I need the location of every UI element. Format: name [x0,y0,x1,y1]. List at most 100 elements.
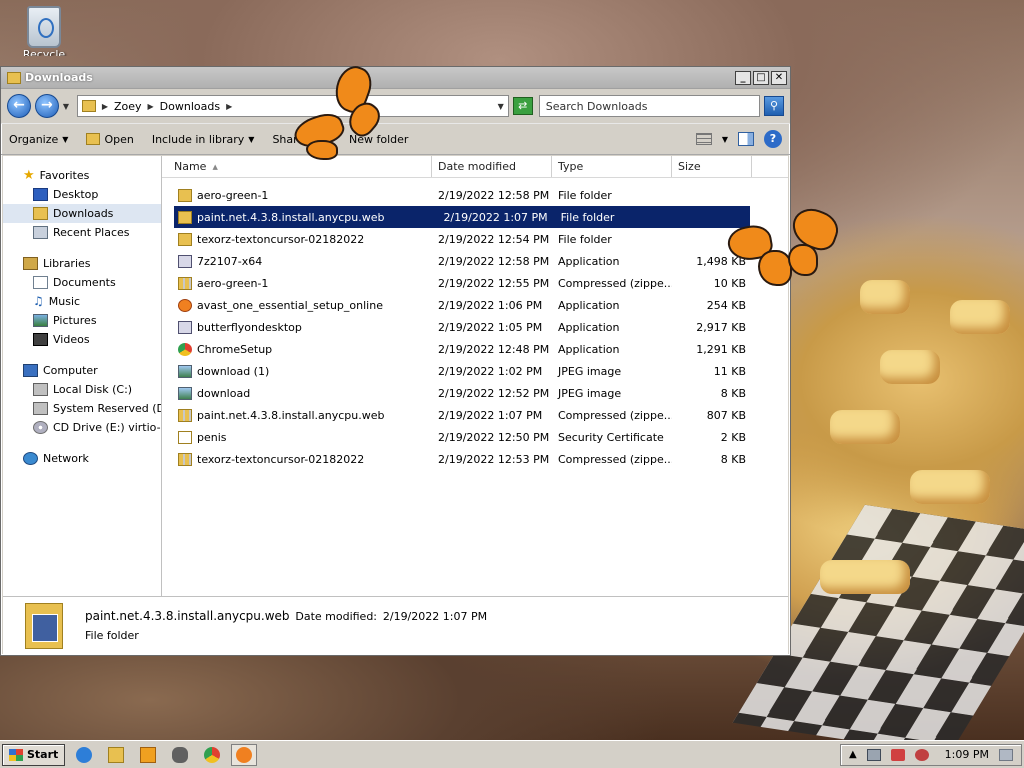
raccoon-icon [172,746,189,763]
chevron-down-icon[interactable]: ▼ [722,135,728,144]
column-header-size[interactable]: Size [672,156,752,177]
column-header-row: Name ▲ Date modified Type Size [162,156,788,178]
app-icon [178,320,192,334]
file-row[interactable]: avast_one_essential_setup_online 2/19/202… [162,294,788,316]
column-header-date[interactable]: Date modified [432,156,552,177]
explorer-icon [108,746,125,763]
details-modified-label: Date modified: [295,610,378,623]
nav-item-downloads[interactable]: Downloads [3,204,161,223]
file-date: 2/19/2022 12:58 PM [438,188,550,202]
avast-icon [178,298,192,312]
volume-muted-icon[interactable] [890,748,905,761]
file-row[interactable]: aero-green-1 2/19/2022 12:58 PM File folde… [162,184,788,206]
file-row[interactable]: aero-green-1 2/19/2022 12:55 PM Compressed… [162,272,788,294]
nav-item-music[interactable]: ♫ Music [3,292,161,311]
taskbar-raccoon[interactable] [167,744,193,766]
wallpaper-fry [820,560,910,594]
windows-logo-icon [9,748,23,761]
wallpaper-fry [880,350,940,384]
show-desktop-icon[interactable] [999,748,1013,761]
chevron-right-icon[interactable]: ▶ [148,102,154,111]
open-folder-icon [86,133,101,145]
taskbar-internet-explorer[interactable] [71,744,97,766]
taskbar-avast[interactable] [231,743,258,766]
wallpaper-fry [860,280,910,314]
nav-item-videos[interactable]: Videos [3,330,161,349]
help-icon[interactable]: ? [764,130,782,148]
file-date: 2/19/2022 1:05 PM [438,320,543,334]
file-name: 7z2107-x64 [197,254,263,268]
open-button[interactable]: Open [86,133,134,146]
window-title: Downloads [25,71,93,84]
file-row[interactable]: download (1) 2/19/2022 1:02 PM JPEG image 1… [162,360,788,382]
butterfly-image [725,203,844,290]
nav-item-recent-places[interactable]: Recent Places [3,223,161,242]
file-row[interactable]: ChromeSetup 2/19/2022 12:48 PM Application… [162,338,788,360]
file-date: 2/19/2022 12:50 PM [438,430,550,444]
file-row[interactable]: penis 2/19/2022 12:50 PM Security Certific… [162,426,788,448]
organize-button[interactable]: Organize ▼ [9,133,68,146]
show-hidden-icons-icon[interactable]: ▲ [849,749,857,760]
start-button[interactable]: Start [2,743,66,766]
breadcrumb-item-downloads[interactable]: Downloads [160,100,220,113]
chevron-right-icon[interactable]: ▶ [226,102,232,111]
nav-item-documents[interactable]: Documents [3,273,161,292]
details-pane: paint.net.4.3.8.install.anycpu.web Date … [3,596,788,654]
nav-item-label: System Reserved (D:) [53,402,162,415]
nav-item-desktop[interactable]: Desktop [3,185,161,204]
folder-icon [178,210,192,224]
file-type: File folder [558,232,612,246]
taskbar-chrome[interactable] [199,744,225,766]
clock[interactable]: 1:09 PM [945,748,989,761]
file-name: aero-green-1 [197,188,269,202]
file-list[interactable]: Name ▲ Date modified Type Size aero-gree… [162,156,788,596]
refresh-button[interactable]: ⇄ [512,97,533,115]
change-view-icon[interactable] [695,133,712,145]
forward-button[interactable]: → [34,94,59,118]
include-in-library-button[interactable]: Include in library ▼ [152,133,255,146]
nav-item-label: Desktop [53,188,99,201]
search-input[interactable]: Search Downloads [538,95,761,117]
navigation-pane[interactable]: ★ Favorites Desktop Downloads Recent Pla… [3,156,162,596]
taskbar-media-player[interactable] [135,744,161,766]
nav-item-label: Local Disk (C:) [53,383,133,396]
address-history-dropdown-icon[interactable]: ▼ [498,102,504,111]
breadcrumb-item-zoey[interactable]: Zoey [114,100,142,113]
file-name: butterflyondesktop [197,320,302,334]
nav-computer[interactable]: Computer [3,361,161,380]
network-status-icon[interactable] [866,748,881,761]
nav-network[interactable]: Network [3,449,161,468]
back-button[interactable]: ← [7,94,31,118]
nav-item-local-disk[interactable]: Local Disk (C:) [3,380,161,399]
taskbar-explorer[interactable] [103,744,129,766]
file-row[interactable]: download 2/19/2022 12:52 PM JPEG image 8 KB [162,382,788,404]
file-row[interactable]: butterflyondesktop 2/19/2022 1:05 PM Appli… [162,316,788,338]
taskbar: Start ▲ 1:09 PM [0,740,1024,768]
folder-icon [178,232,192,246]
file-row[interactable]: texorz-textoncursor-02182022 2/19/2022 12… [162,228,788,250]
file-row[interactable]: paint.net.4.3.8.install.anycpu.web 2/19/2… [174,206,750,228]
file-row[interactable]: 7z2107-x64 2/19/2022 12:58 PM Application 1… [162,250,788,272]
file-type: File folder [560,210,615,224]
chevron-right-icon[interactable]: ▶ [102,102,108,111]
recycle-bin-desktop-icon[interactable]: Recycle Bin [14,6,74,56]
nav-favorites[interactable]: ★ Favorites [3,166,161,185]
preview-pane-icon[interactable] [738,132,754,146]
nav-favorites-label: Favorites [39,169,90,182]
file-row[interactable]: paint.net.4.3.8.install.anycpu.web 2/19/2… [162,404,788,426]
minimize-button[interactable]: _ [735,70,751,85]
nav-item-cd-drive[interactable]: CD Drive (E:) virtio-win [3,418,161,437]
close-button[interactable]: ✕ [771,70,787,85]
maximize-button[interactable]: □ [753,70,769,85]
nav-item-system-reserved[interactable]: System Reserved (D:) [3,399,161,418]
nav-libraries-label: Libraries [43,257,91,270]
address-bar-row: ← → ▼ ▶ Zoey ▶ Downloads ▶ ▼ ⇄ Search Do… [1,89,790,123]
nav-item-pictures[interactable]: Pictures [3,311,161,330]
search-icon[interactable]: ⚲ [764,96,784,116]
recent-pages-dropdown-icon[interactable]: ▼ [63,102,73,111]
column-header-type[interactable]: Type [552,156,672,177]
action-center-icon[interactable] [914,748,929,761]
file-row[interactable]: texorz-textoncursor-02182022 2/19/2022 12… [162,448,788,470]
title-bar[interactable]: Downloads _ □ ✕ [1,67,790,89]
nav-libraries[interactable]: Libraries [3,254,161,273]
